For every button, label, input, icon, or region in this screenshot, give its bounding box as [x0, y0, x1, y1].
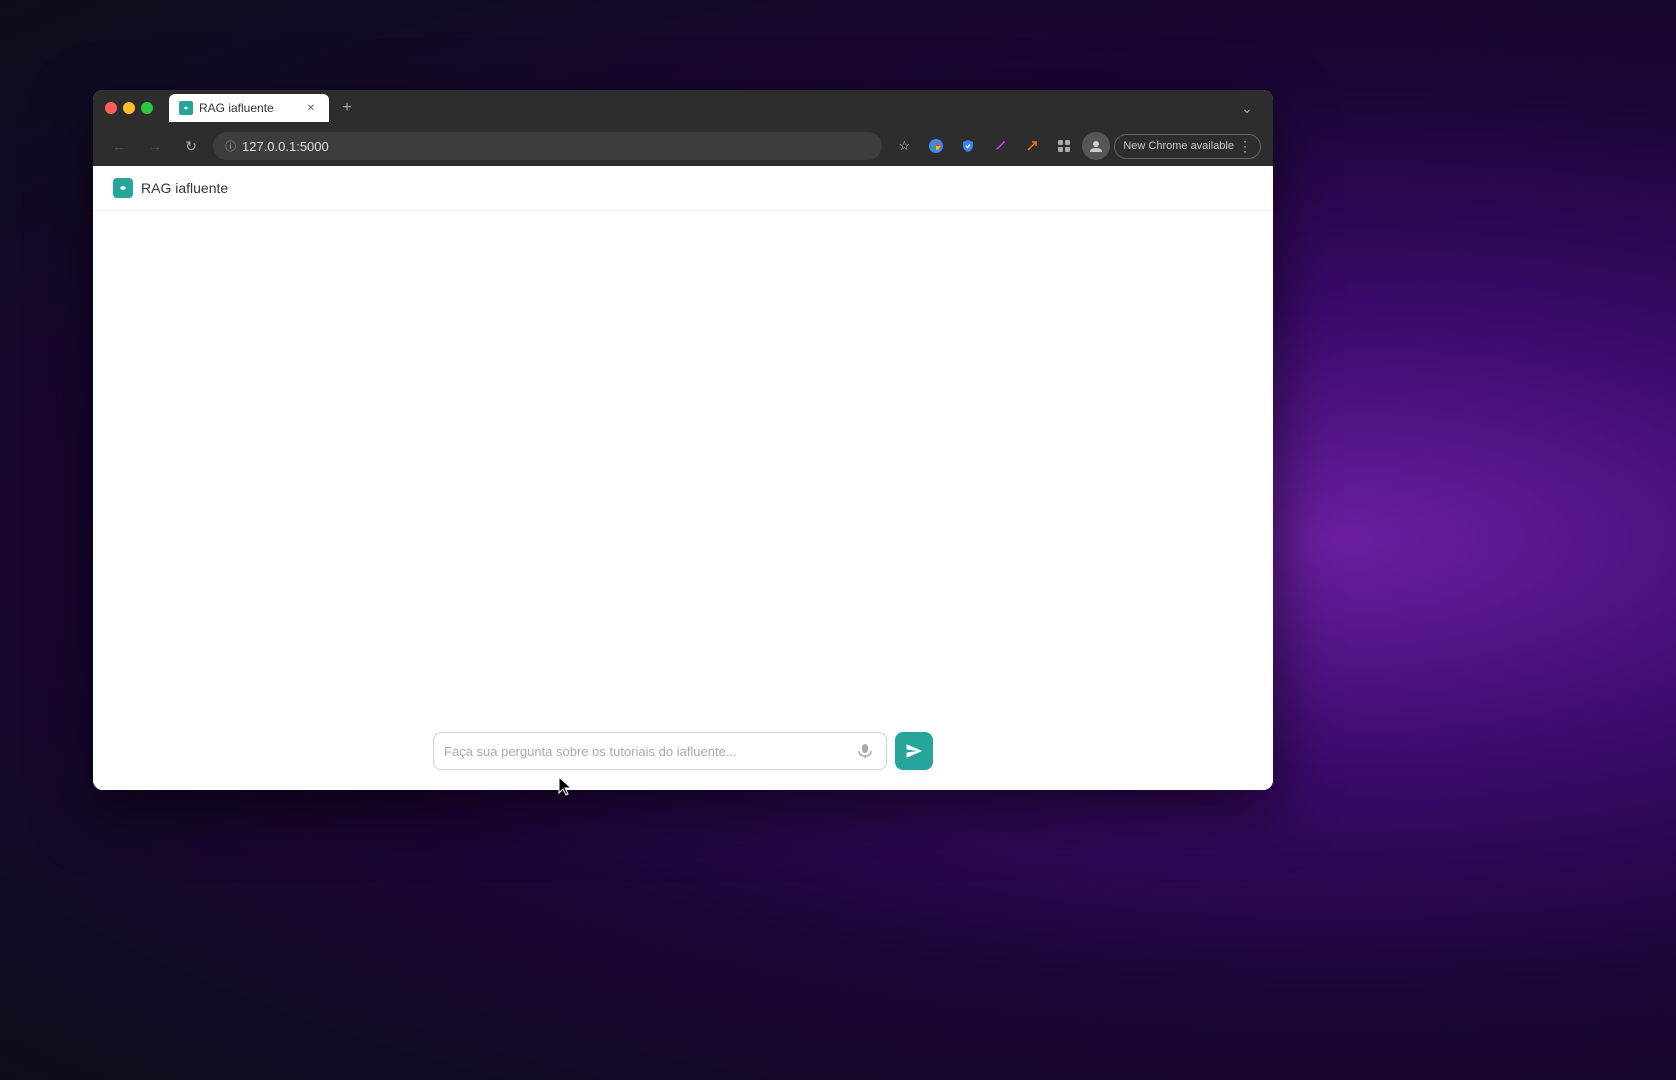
ext-edit-btn[interactable]	[986, 132, 1014, 160]
bookmark-button[interactable]: ☆	[890, 132, 918, 160]
address-bar[interactable]: ⓘ 127.0.0.1:5000	[213, 132, 882, 160]
browser-window: RAG iafluente ✕ + ⌄ ← → ↻ ⓘ 127.0.0.1	[93, 90, 1273, 790]
new-chrome-more-icon: ⋮	[1238, 138, 1252, 155]
active-tab[interactable]: RAG iafluente ✕	[169, 94, 329, 122]
tab-title: RAG iafluente	[199, 101, 297, 115]
close-button[interactable]	[105, 102, 117, 114]
reload-button[interactable]: ↻	[177, 132, 205, 160]
tab-close-button[interactable]: ✕	[303, 100, 319, 116]
page-title: RAG iafluente	[141, 180, 228, 196]
page-content: RAG iafluente	[93, 166, 1273, 790]
chat-input-wrapper[interactable]	[433, 732, 887, 770]
new-chrome-badge[interactable]: New Chrome available ⋮	[1114, 134, 1261, 159]
address-icon: ⓘ	[225, 138, 236, 154]
page-logo-icon	[113, 178, 133, 198]
tab-bar: RAG iafluente ✕ +	[161, 94, 1225, 122]
nav-bar: ← → ↻ ⓘ 127.0.0.1:5000 ☆	[93, 126, 1273, 166]
traffic-lights	[105, 102, 153, 114]
window-controls-right: ⌄	[1233, 94, 1261, 122]
page-header: RAG iafluente	[93, 166, 1273, 211]
minimize-button[interactable]	[123, 102, 135, 114]
tab-favicon	[179, 101, 193, 115]
mic-button[interactable]	[854, 740, 876, 762]
send-icon	[905, 742, 923, 760]
send-button[interactable]	[895, 732, 933, 770]
window-collapse-button[interactable]: ⌄	[1233, 94, 1261, 122]
nav-actions: ☆	[890, 132, 1261, 160]
ext-shield-btn[interactable]	[954, 132, 982, 160]
profile-button[interactable]	[1082, 132, 1110, 160]
main-area	[93, 211, 1273, 790]
chat-input[interactable]	[444, 744, 854, 759]
desktop: RAG iafluente ✕ + ⌄ ← → ↻ ⓘ 127.0.0.1	[0, 0, 1676, 1080]
forward-button[interactable]: →	[141, 132, 169, 160]
ext-arrow-btn[interactable]	[1018, 132, 1046, 160]
maximize-button[interactable]	[141, 102, 153, 114]
extensions-button[interactable]	[1050, 132, 1078, 160]
new-chrome-label: New Chrome available	[1123, 140, 1234, 152]
title-bar: RAG iafluente ✕ + ⌄	[93, 90, 1273, 126]
back-button[interactable]: ←	[105, 132, 133, 160]
new-tab-button[interactable]: +	[333, 94, 361, 122]
address-text: 127.0.0.1:5000	[242, 139, 870, 154]
ext-google-btn[interactable]	[922, 132, 950, 160]
input-area	[433, 732, 933, 770]
